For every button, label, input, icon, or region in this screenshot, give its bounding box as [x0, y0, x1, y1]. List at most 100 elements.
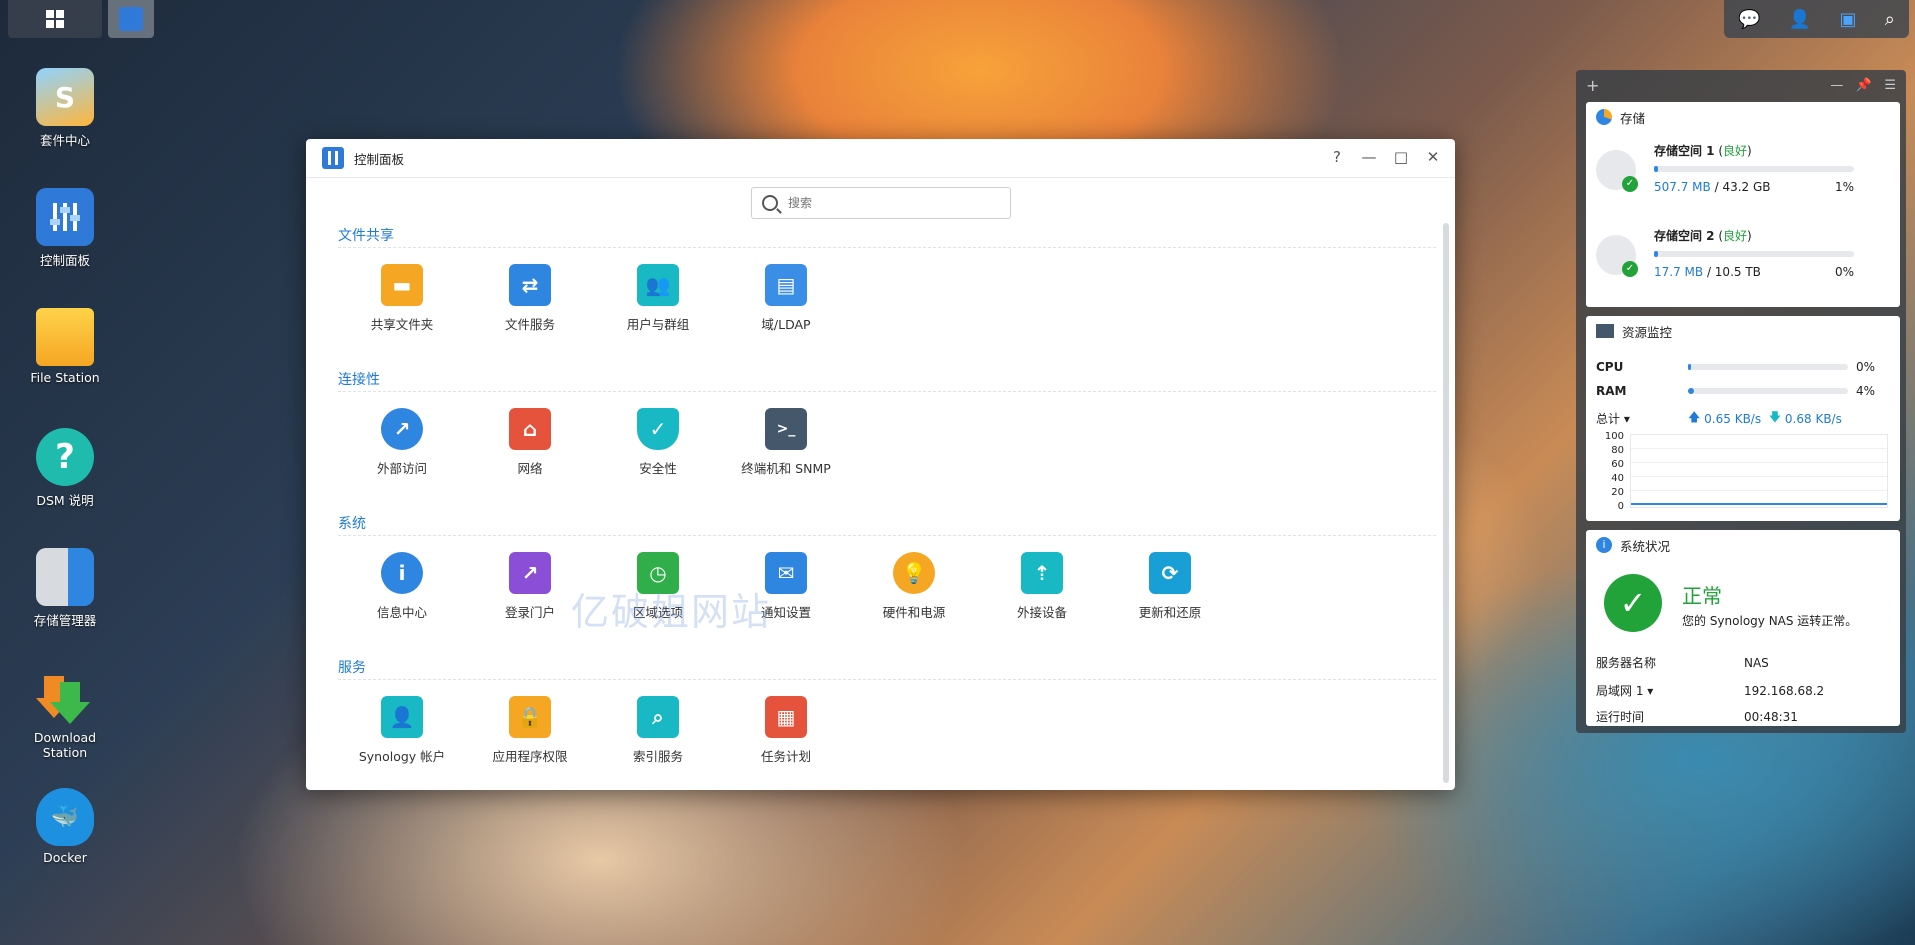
scrollbar[interactable]	[1443, 223, 1449, 783]
item-user-group[interactable]: 👥 用户与群组	[594, 264, 722, 333]
volume-name: 存储空间 1	[1654, 144, 1715, 158]
resource-title: 资源监控	[1622, 324, 1673, 340]
desktop-icon-dsm-help[interactable]: ? DSM 说明	[10, 428, 120, 509]
item-label: 外部访问	[376, 461, 427, 476]
user-group-icon: 👥	[637, 264, 679, 306]
network-icon: ⌂	[509, 408, 551, 450]
grid-icon	[46, 10, 64, 28]
ram-label: RAM	[1596, 384, 1627, 398]
volume-row[interactable]: ✓ 存储空间 1 (良好) 507.7 MB / 43.2 GB 1%	[1596, 142, 1886, 212]
item-label: 更新和还原	[1138, 605, 1202, 620]
control-panel-icon	[322, 147, 344, 169]
item-terminal-snmp[interactable]: >_ 终端机和 SNMP	[722, 408, 850, 477]
control-panel-icon	[36, 188, 94, 246]
item-update-restore[interactable]: ⟳ 更新和还原	[1106, 552, 1234, 621]
pin-icon[interactable]: 📌	[1856, 78, 1872, 93]
volume-used: 17.7 MB	[1654, 265, 1704, 279]
system-status-desc: 您的 Synology NAS 运转正常。	[1682, 614, 1858, 628]
info-center-icon: i	[381, 552, 423, 594]
chart-tick: 0	[1617, 501, 1624, 512]
item-task-scheduler[interactable]: ▦ 任务计划	[722, 696, 850, 765]
main-menu-button[interactable]	[8, 0, 102, 38]
uptime-label: 运行时间	[1596, 710, 1645, 724]
desktop-icon-file-station[interactable]: File Station	[10, 308, 120, 385]
user-icon[interactable]: 👤	[1789, 9, 1811, 30]
add-widget-icon[interactable]: +	[1586, 76, 1599, 95]
server-name-value: NAS	[1744, 655, 1769, 670]
item-label: 终端机和 SNMP	[741, 461, 831, 476]
watermark-text: 亿破姐网站	[571, 590, 772, 634]
desktop-icon-control-panel[interactable]: 控制面板	[10, 188, 120, 269]
maximize-button[interactable]: □	[1391, 148, 1411, 166]
item-synology-account[interactable]: 👤 Synology 帐户	[338, 696, 466, 765]
chart-tick: 40	[1611, 473, 1624, 484]
search-icon[interactable]: ⌕	[1885, 9, 1895, 30]
volume-usage-bar	[1654, 251, 1854, 257]
item-security[interactable]: ✓ 安全性	[594, 408, 722, 477]
download-icon: 🡇	[1768, 410, 1782, 424]
search-input[interactable]	[786, 195, 990, 211]
server-name-label: 服务器名称	[1596, 656, 1657, 670]
search-box[interactable]	[751, 187, 1011, 219]
item-external-access[interactable]: ↗ 外部访问	[338, 408, 466, 477]
lan-ip-value: 192.168.68.2	[1744, 683, 1825, 698]
lan-dropdown[interactable]: 局域网 1 ▾	[1596, 682, 1744, 699]
item-label: 文件服务	[504, 317, 555, 332]
uptime-value: 00:48:31	[1744, 709, 1798, 724]
control-panel-window: 控制面板 ? — □ ✕ 文件共享 ▬ 共享文件夹 ⇄ 文件服务 👥 用户与群组 ▤ 域…	[306, 139, 1455, 790]
section-title: 连接性	[338, 369, 1436, 392]
indexing-service-icon: ⌕	[637, 696, 679, 738]
panel-menu-icon[interactable]: ☰	[1884, 78, 1896, 93]
docker-icon: 🐳	[36, 788, 94, 846]
desktop-icon-package-center[interactable]: S 套件中心	[10, 68, 120, 149]
download-icon	[36, 668, 94, 726]
system-tray: 💬 👤 ▣ ⌕	[1724, 0, 1909, 38]
healthy-check-icon: ✓	[1604, 574, 1662, 632]
volume-row[interactable]: ✓ 存储空间 2 (良好) 17.7 MB / 10.5 TB 0%	[1596, 227, 1886, 297]
external-devices-icon: ⇡	[1021, 552, 1063, 594]
desktop-icon-download-station[interactable]: Download Station	[10, 668, 120, 760]
volume-total: 43.2 GB	[1722, 180, 1771, 194]
item-app-privileges[interactable]: 🔒 应用程序权限	[466, 696, 594, 765]
desktop-icon-label: Download Station	[33, 730, 97, 760]
help-button[interactable]: ?	[1327, 148, 1347, 166]
window-titlebar[interactable]: 控制面板 ? — □ ✕	[306, 139, 1455, 178]
download-rate: 0.68 KB/s	[1784, 411, 1842, 426]
shared-folder-icon: ▬	[381, 264, 423, 306]
widget-panel-header: + — 📌 ☰	[1576, 70, 1906, 100]
section-file-sharing: 文件共享 ▬ 共享文件夹 ⇄ 文件服务 👥 用户与群组 ▤ 域/LDAP	[338, 225, 1436, 333]
item-hardware-power[interactable]: 💡 硬件和电源	[850, 552, 978, 621]
widget-panel: + — 📌 ☰ 存储 ✓ 存储空间 1 (良好) 507.7 MB / 43.2…	[1576, 70, 1906, 733]
synology-account-icon: 👤	[381, 696, 423, 738]
item-network[interactable]: ⌂ 网络	[466, 408, 594, 477]
ldap-icon: ▤	[765, 264, 807, 306]
volume-percent: 0%	[1834, 265, 1854, 279]
item-shared-folder[interactable]: ▬ 共享文件夹	[338, 264, 466, 333]
desktop-icon-docker[interactable]: 🐳 Docker	[10, 788, 120, 865]
hardware-power-icon: 💡	[893, 552, 935, 594]
section-system: 系统 i 信息中心 ↗ 登录门户 ◷ 区域选项 ✉ 通知设置 💡 硬件和电源 ⇡ 外接设备 …	[338, 513, 1436, 621]
minimize-panel-icon[interactable]: —	[1830, 78, 1843, 93]
minimize-button[interactable]: —	[1359, 148, 1379, 166]
item-ldap[interactable]: ▤ 域/LDAP	[722, 264, 850, 333]
taskbar-control-panel[interactable]	[108, 0, 154, 38]
section-title: 文件共享	[338, 225, 1436, 248]
item-external-devices[interactable]: ⇡ 外接设备	[978, 552, 1106, 621]
desktop-icon-storage-manager[interactable]: 存储管理器	[10, 548, 120, 629]
help-icon: ?	[36, 428, 94, 486]
chat-icon[interactable]: 💬	[1738, 9, 1760, 30]
check-icon: ✓	[1622, 261, 1638, 277]
item-label: 外接设备	[1016, 605, 1067, 620]
close-button[interactable]: ✕	[1423, 148, 1443, 166]
system-status: 正常	[1682, 584, 1722, 608]
app-privileges-icon: 🔒	[509, 696, 551, 738]
network-chart: 100 80 60 40 20 0	[1596, 430, 1890, 514]
item-indexing-service[interactable]: ⌕ 索引服务	[594, 696, 722, 765]
chart-tick: 100	[1604, 431, 1624, 442]
total-dropdown[interactable]: 总计 ▾	[1596, 410, 1688, 427]
file-services-icon: ⇄	[509, 264, 551, 306]
item-file-services[interactable]: ⇄ 文件服务	[466, 264, 594, 333]
item-label: 安全性	[639, 461, 677, 476]
widgets-icon[interactable]: ▣	[1839, 9, 1856, 30]
item-info-center[interactable]: i 信息中心	[338, 552, 466, 621]
